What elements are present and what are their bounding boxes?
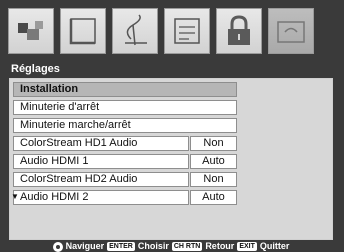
navigate-hint: Naviguer	[65, 241, 105, 251]
menu-icon-bar	[8, 8, 334, 54]
hdmi1-audio-value[interactable]: Auto	[190, 154, 237, 169]
tv-setup-menu: Réglages Installation Minuterie d'arrêt …	[0, 0, 344, 252]
settings-list: Installation Minuterie d'arrêt Minuterie…	[9, 78, 333, 240]
back-hint: Retour	[205, 241, 235, 251]
setup-menu-tab[interactable]	[268, 8, 314, 54]
audio-icon	[125, 14, 147, 46]
menu-item-hdmi1-audio[interactable]: Audio HDMI 1	[13, 154, 189, 169]
colorstream-hd2-audio-value[interactable]: Non	[190, 172, 237, 187]
button-hint-bar: Naviguer ENTER Choisir CH RTN Retour EXI…	[8, 241, 334, 252]
menu-item-on-off-timer[interactable]: Minuterie marche/arrêt	[13, 118, 237, 133]
preferences-icon	[174, 18, 200, 44]
menu-item-hdmi2-audio[interactable]: Audio HDMI 2	[13, 190, 189, 205]
lock-icon	[228, 15, 250, 45]
quit-hint: Quitter	[259, 241, 290, 251]
preferences-menu-tab[interactable]	[164, 8, 210, 54]
dpad-icon	[52, 241, 63, 252]
menu-title: Réglages	[11, 63, 60, 75]
menu-item-sleep-timer[interactable]: Minuterie d'arrêt	[13, 100, 237, 115]
lock-menu-tab[interactable]	[216, 8, 262, 54]
ch-rtn-key-icon: CH RTN	[171, 242, 203, 251]
choose-hint: Choisir	[137, 241, 169, 251]
picture-icon	[18, 21, 43, 40]
display-menu-tab[interactable]	[60, 8, 106, 54]
exit-key-icon: EXIT	[237, 242, 257, 251]
menu-item-colorstream-hd2-audio[interactable]: ColorStream HD2 Audio	[13, 172, 189, 187]
enter-key-icon: ENTER	[107, 242, 135, 251]
colorstream-hd1-audio-value[interactable]: Non	[190, 136, 237, 151]
display-icon	[69, 18, 96, 45]
hdmi2-audio-value[interactable]: Auto	[190, 190, 237, 205]
menu-item-colorstream-hd1-audio[interactable]: ColorStream HD1 Audio	[13, 136, 189, 151]
picture-menu-tab[interactable]	[8, 8, 54, 54]
audio-menu-tab[interactable]	[112, 8, 158, 54]
setup-icon	[277, 21, 305, 43]
menu-item-installation[interactable]: Installation	[13, 82, 237, 97]
scroll-down-arrow-icon: ▼	[11, 192, 19, 201]
